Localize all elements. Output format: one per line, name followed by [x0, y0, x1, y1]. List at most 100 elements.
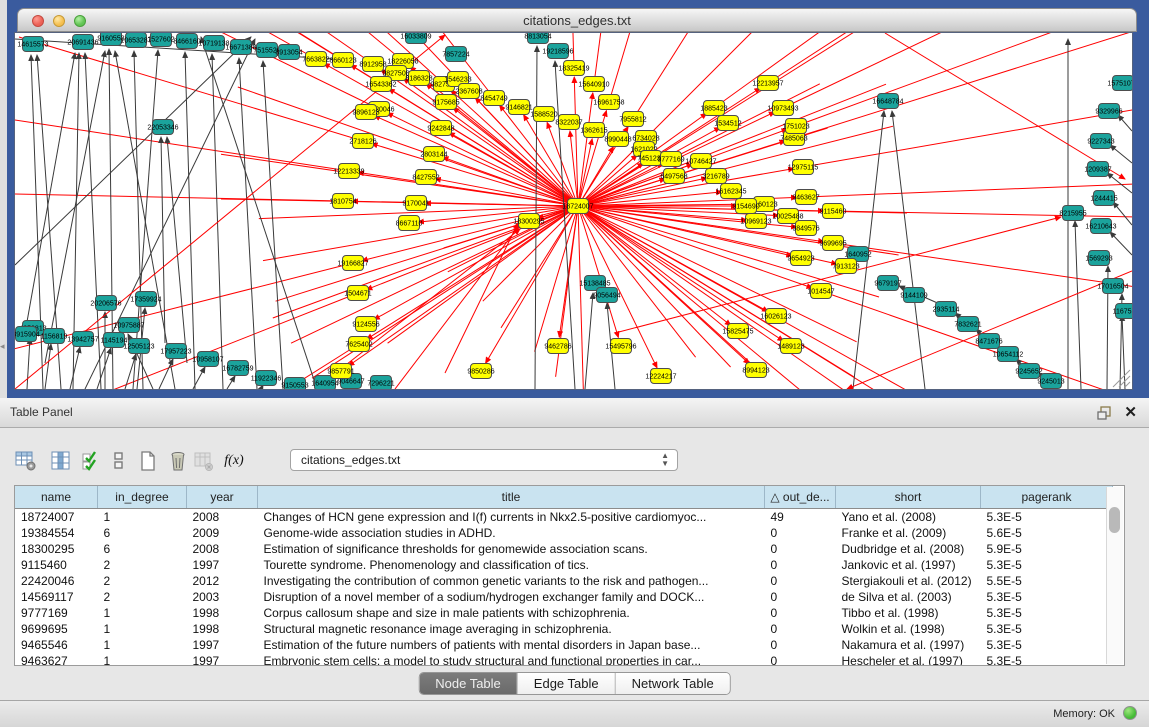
network-node[interactable]: 1244415: [1090, 191, 1117, 206]
column-header-pagerank[interactable]: pagerank: [981, 486, 1113, 509]
network-node[interactable]: 1362615: [580, 123, 607, 138]
network-edge[interactable]: [185, 52, 195, 389]
network-node[interactable]: 8660123: [329, 53, 356, 68]
network-edge[interactable]: [445, 223, 518, 373]
network-node[interactable]: 8994123: [742, 363, 769, 378]
network-node[interactable]: 9146821: [505, 100, 532, 115]
network-node[interactable]: 8913054: [275, 45, 302, 60]
network-edge[interactable]: [803, 105, 1132, 167]
import-table-icon[interactable]: [190, 447, 218, 475]
network-node[interactable]: 1588520: [530, 107, 557, 122]
network-node[interactable]: 8427552: [412, 170, 439, 185]
table-row[interactable]: 946554611997Estimation of the future num…: [15, 637, 1113, 653]
network-edge[interactable]: [833, 211, 1132, 219]
network-node[interactable]: 9654923: [787, 251, 814, 266]
network-edge[interactable]: [159, 359, 173, 389]
network-node[interactable]: 9227343: [1087, 134, 1114, 149]
network-node[interactable]: 8215955: [1059, 206, 1086, 221]
network-edge[interactable]: [794, 33, 1132, 138]
network-node[interactable]: 1527602: [147, 33, 174, 47]
network-node[interactable]: 12213957: [752, 76, 783, 91]
network-node[interactable]: 7955812: [619, 112, 646, 127]
network-node[interactable]: 7296221: [367, 376, 394, 390]
tab-edge-table[interactable]: Edge Table: [518, 673, 616, 694]
network-node[interactable]: 1167534: [1113, 304, 1132, 319]
network-node[interactable]: 3915904: [15, 327, 40, 342]
network-node[interactable]: 9175685: [432, 95, 459, 110]
network-edge[interactable]: [221, 199, 578, 206]
network-node[interactable]: 9115460: [820, 204, 847, 219]
network-edge[interactable]: [578, 206, 945, 389]
network-node[interactable]: 9849576: [792, 221, 819, 236]
network-node[interactable]: 1810754: [329, 194, 356, 209]
table-row[interactable]: 946362711997Embryonic stem cells: a mode…: [15, 653, 1113, 666]
network-node[interactable]: 1751023: [782, 119, 809, 134]
delete-column-icon[interactable]: [164, 447, 192, 475]
network-node[interactable]: 20206576: [90, 296, 121, 311]
network-edge[interactable]: [1075, 221, 1081, 389]
network-edge[interactable]: [615, 217, 1061, 333]
table-row[interactable]: 911546021997Tourette syndrome. Phenomeno…: [15, 557, 1113, 573]
network-node[interactable]: 16782759: [222, 361, 253, 376]
network-node[interactable]: 12224217: [645, 369, 676, 384]
table-selector-dropdown[interactable]: citations_edges.txt ▲▼: [290, 449, 678, 471]
network-edge[interactable]: [45, 344, 51, 389]
column-header-title[interactable]: title: [258, 486, 765, 509]
network-edge[interactable]: [15, 115, 349, 171]
network-node[interactable]: 17016504: [1097, 279, 1128, 294]
network-edge[interactable]: [212, 54, 223, 389]
network-node[interactable]: 17957223: [160, 344, 191, 359]
column-header-in_degree[interactable]: in_degree: [98, 486, 187, 509]
network-edge[interactable]: [227, 376, 235, 389]
network-node[interactable]: 1569293: [1085, 251, 1112, 266]
column-visibility-icon[interactable]: [47, 447, 75, 475]
network-node[interactable]: 9896123: [352, 105, 379, 120]
network-node[interactable]: 2803144: [420, 147, 447, 162]
network-node[interactable]: 9699695: [819, 236, 846, 251]
network-edge[interactable]: [372, 144, 578, 206]
network-node[interactable]: 7832621: [954, 317, 981, 332]
network-node[interactable]: 19166827: [337, 256, 368, 271]
network-node[interactable]: 10969123: [740, 214, 771, 229]
table-row[interactable]: 1456911722003Disruption of a novel membe…: [15, 589, 1113, 605]
network-node[interactable]: 8813054: [524, 33, 551, 44]
network-node[interactable]: 16162345: [715, 184, 746, 199]
network-node[interactable]: 12213339: [333, 164, 364, 179]
memory-status-indicator[interactable]: [1123, 706, 1137, 720]
network-node[interactable]: 16033809: [400, 33, 431, 44]
panel-collapse-arrow[interactable]: ◂: [0, 342, 5, 351]
float-panel-icon[interactable]: [1097, 405, 1113, 421]
network-node[interactable]: 9857791: [327, 364, 354, 379]
network-node[interactable]: 9463627: [792, 190, 819, 205]
network-edge[interactable]: [15, 263, 353, 354]
network-node[interactable]: 9777169: [657, 152, 684, 167]
network-node[interactable]: 1209387: [1084, 162, 1111, 177]
network-node[interactable]: 8990448: [604, 132, 631, 147]
network-node[interactable]: 2935114: [933, 302, 960, 317]
row-select-icon[interactable]: [77, 447, 105, 475]
row-height-icon[interactable]: [104, 447, 132, 475]
network-edge[interactable]: [1118, 115, 1132, 131]
table-row[interactable]: 969969511998Structural magnetic resonanc…: [15, 621, 1113, 637]
network-node[interactable]: 1156819: [41, 329, 68, 344]
network-edge[interactable]: [70, 347, 80, 389]
column-header-short[interactable]: short: [836, 486, 981, 509]
network-node[interactable]: 15640910: [578, 77, 609, 92]
network-edge[interactable]: [578, 206, 584, 389]
network-view-canvas[interactable]: 1461557320691436916055310653287152760284…: [14, 32, 1133, 390]
network-node[interactable]: 15825475: [722, 324, 753, 339]
network-node[interactable]: 7913123: [832, 259, 859, 274]
network-node[interactable]: 2367608: [455, 84, 482, 99]
network-node[interactable]: 8471676: [975, 334, 1002, 349]
network-node[interactable]: 7663822: [302, 52, 329, 67]
network-node[interactable]: 1534512: [714, 116, 741, 131]
network-node[interactable]: 14615573: [17, 37, 48, 52]
network-node[interactable]: 3216789: [702, 169, 729, 184]
network-node[interactable]: 9679197: [874, 276, 901, 291]
network-edge[interactable]: [585, 293, 593, 389]
network-node[interactable]: 8667110: [396, 216, 423, 231]
column-header-out_de[interactable]: △ out_de...: [765, 486, 836, 509]
network-node[interactable]: 19218596: [542, 44, 573, 59]
network-node[interactable]: 8912958: [359, 57, 386, 72]
network-node[interactable]: 12975115: [788, 160, 819, 175]
